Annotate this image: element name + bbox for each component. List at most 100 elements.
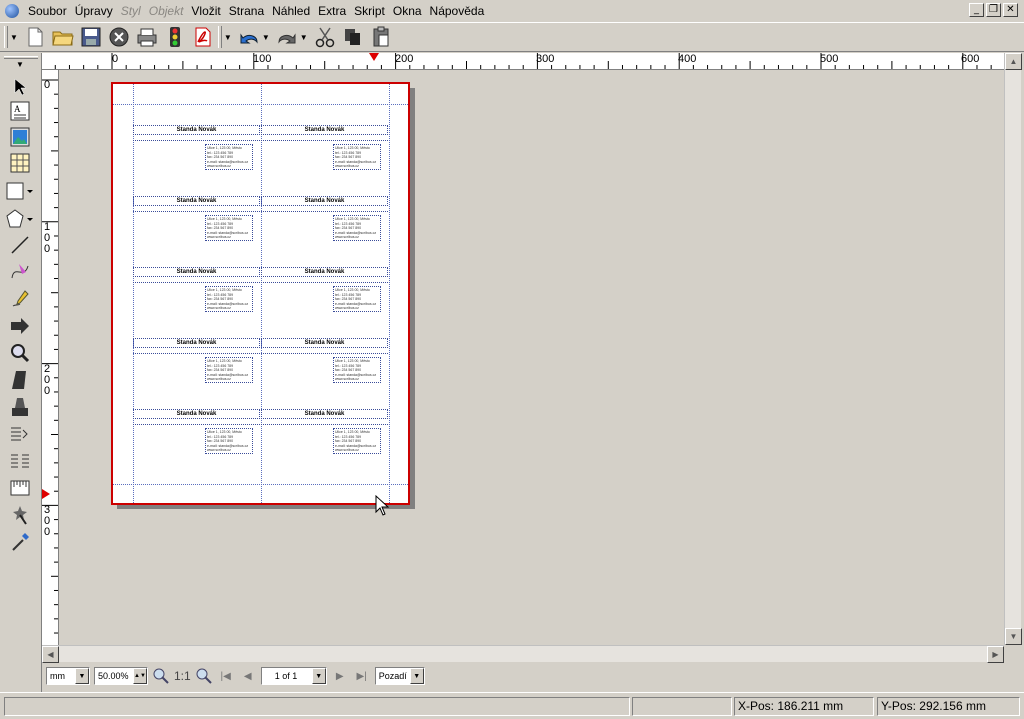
zoom-100-button[interactable]: 1:1 xyxy=(174,669,191,683)
guide-bottom[interactable] xyxy=(113,484,408,485)
unit-dropdown-icon[interactable]: ▼ xyxy=(75,668,89,684)
zoom-spinbox[interactable]: 50.00% ▲▼ xyxy=(94,667,148,685)
business-card[interactable]: Standa Novák Ulice 1, 123 00, Město tel.:… xyxy=(133,125,260,195)
card-title-frame[interactable] xyxy=(261,136,388,141)
card-address-frame[interactable]: Ulice 1, 123 00, Město tel.: 123 456 789… xyxy=(205,215,253,241)
scroll-right-icon[interactable]: ▶ xyxy=(987,646,1004,663)
bezier-icon[interactable] xyxy=(6,260,34,284)
first-page-icon[interactable]: |◀ xyxy=(217,667,235,685)
shape-icon[interactable] xyxy=(6,179,34,203)
card-address-frame[interactable]: Ulice 1, 123 00, Město tel.: 123 456 789… xyxy=(205,144,253,170)
copy-icon[interactable] xyxy=(340,24,366,50)
select-icon[interactable] xyxy=(6,75,34,99)
page-dropdown-icon[interactable]: ▼ xyxy=(311,668,326,684)
menu-upravy[interactable]: Úpravy xyxy=(71,0,117,22)
pdf-export-icon[interactable] xyxy=(190,24,216,50)
measure-icon[interactable] xyxy=(6,476,34,500)
card-address-frame[interactable]: Ulice 1, 123 00, Město tel.: 123 456 789… xyxy=(333,215,381,241)
card-name-frame[interactable]: Standa Novák xyxy=(261,125,388,135)
menu-strana[interactable]: Strana xyxy=(225,0,268,22)
card-name-frame[interactable]: Standa Novák xyxy=(261,409,388,419)
preflight-icon[interactable] xyxy=(162,24,188,50)
business-card[interactable]: Standa Novák Ulice 1, 123 00, Město tel.:… xyxy=(133,267,260,337)
link-frames-icon[interactable] xyxy=(6,422,34,446)
card-address-frame[interactable]: Ulice 1, 123 00, Město tel.: 123 456 789… xyxy=(205,428,253,454)
business-card[interactable]: Standa Novák Ulice 1, 123 00, Město tel.:… xyxy=(133,338,260,408)
card-title-frame[interactable] xyxy=(261,420,388,425)
card-name-frame[interactable]: Standa Novák xyxy=(133,338,260,348)
menu-vlozit[interactable]: Vložit xyxy=(187,0,224,22)
restore-button[interactable]: ❐ xyxy=(986,3,1001,17)
cut-icon[interactable] xyxy=(312,24,338,50)
horizontal-ruler[interactable]: 0 100 200 300 400 500 600 xyxy=(42,53,1004,70)
business-card[interactable]: Standa Novák Ulice 1, 123 00, Město tel.:… xyxy=(261,196,388,266)
document-canvas[interactable]: Standa Novák Ulice 1, 123 00, Město tel.:… xyxy=(60,71,1004,645)
card-title-frame[interactable] xyxy=(261,278,388,283)
scribus-app-icon[interactable] xyxy=(5,4,19,18)
guide-right[interactable] xyxy=(389,84,390,503)
paste-icon[interactable] xyxy=(368,24,394,50)
zoom-spin-icon[interactable]: ▲▼ xyxy=(133,668,147,684)
menu-okna[interactable]: Okna xyxy=(389,0,426,22)
previous-page-icon[interactable]: ◀ xyxy=(239,667,257,685)
card-name-frame[interactable]: Standa Novák xyxy=(133,125,260,135)
palette-grip[interactable] xyxy=(4,56,38,59)
menu-extra[interactable]: Extra xyxy=(314,0,350,22)
card-name-frame[interactable]: Standa Novák xyxy=(261,196,388,206)
undo-icon[interactable] xyxy=(236,24,262,50)
zoom-icon[interactable] xyxy=(6,341,34,365)
edit-text-icon[interactable] xyxy=(6,395,34,419)
toolbar-menu-arrow-icon[interactable]: ▼ xyxy=(10,33,18,42)
text-frame-icon[interactable]: A xyxy=(6,99,34,123)
business-card[interactable]: Standa Novák Ulice 1, 123 00, Město tel.:… xyxy=(261,409,388,479)
card-title-frame[interactable] xyxy=(261,349,388,354)
scroll-down-icon[interactable]: ▼ xyxy=(1005,628,1022,645)
card-address-frame[interactable]: Ulice 1, 123 00, Město tel.: 123 456 789… xyxy=(333,357,381,383)
card-name-frame[interactable]: Standa Novák xyxy=(133,267,260,277)
open-folder-icon[interactable] xyxy=(50,24,76,50)
undo-history-arrow-icon[interactable]: ▼ xyxy=(262,33,270,42)
rotate-icon[interactable] xyxy=(6,314,34,338)
zoom-out-icon[interactable] xyxy=(152,667,170,685)
card-address-frame[interactable]: Ulice 1, 123 00, Město tel.: 123 456 789… xyxy=(205,357,253,383)
vertical-scrollbar[interactable]: ▲ ▼ xyxy=(1004,53,1022,645)
toolbar-menu-arrow-2-icon[interactable]: ▼ xyxy=(224,33,232,42)
new-document-icon[interactable] xyxy=(22,24,48,50)
card-address-frame[interactable]: Ulice 1, 123 00, Město tel.: 123 456 789… xyxy=(333,428,381,454)
card-title-frame[interactable] xyxy=(133,349,260,354)
toolbar-grip[interactable] xyxy=(4,26,8,48)
card-title-frame[interactable] xyxy=(133,136,260,141)
page-select[interactable]: 1 of 1 ▼ xyxy=(260,667,327,685)
print-icon[interactable] xyxy=(134,24,160,50)
business-card[interactable]: Standa Novák Ulice 1, 123 00, Město tel.:… xyxy=(133,409,260,479)
business-card[interactable]: Standa Novák Ulice 1, 123 00, Město tel.:… xyxy=(261,338,388,408)
menu-soubor[interactable]: Soubor xyxy=(24,0,71,22)
edit-contents-icon[interactable] xyxy=(6,368,34,392)
unit-select[interactable]: mm ▼ xyxy=(46,667,90,685)
zoom-in-icon[interactable] xyxy=(195,667,213,685)
card-address-frame[interactable]: Ulice 1, 123 00, Město tel.: 123 456 789… xyxy=(205,286,253,312)
layer-select[interactable]: Pozadí ▼ xyxy=(374,667,425,685)
last-page-icon[interactable]: ▶| xyxy=(353,667,371,685)
eyedropper-icon[interactable] xyxy=(6,530,34,554)
card-name-frame[interactable]: Standa Novák xyxy=(133,196,260,206)
line-icon[interactable] xyxy=(6,233,34,257)
copy-properties-icon[interactable] xyxy=(6,503,34,527)
freehand-icon[interactable] xyxy=(6,287,34,311)
card-name-frame[interactable]: Standa Novák xyxy=(261,267,388,277)
menu-styl[interactable]: Styl xyxy=(117,0,145,22)
card-title-frame[interactable] xyxy=(133,420,260,425)
palette-menu-arrow-icon[interactable]: ▼ xyxy=(16,60,24,69)
save-icon[interactable] xyxy=(78,24,104,50)
image-frame-icon[interactable] xyxy=(6,125,34,149)
redo-icon[interactable] xyxy=(274,24,300,50)
toolbar-grip-2[interactable] xyxy=(217,26,222,48)
scroll-up-icon[interactable]: ▲ xyxy=(1005,53,1022,70)
business-card[interactable]: Standa Novák Ulice 1, 123 00, Město tel.:… xyxy=(261,125,388,195)
table-icon[interactable] xyxy=(6,151,34,175)
card-title-frame[interactable] xyxy=(261,207,388,212)
scroll-left-icon[interactable]: ◀ xyxy=(42,646,59,663)
guide-top[interactable] xyxy=(113,104,408,105)
polygon-icon[interactable] xyxy=(6,207,34,231)
menu-objekt[interactable]: Objekt xyxy=(145,0,188,22)
